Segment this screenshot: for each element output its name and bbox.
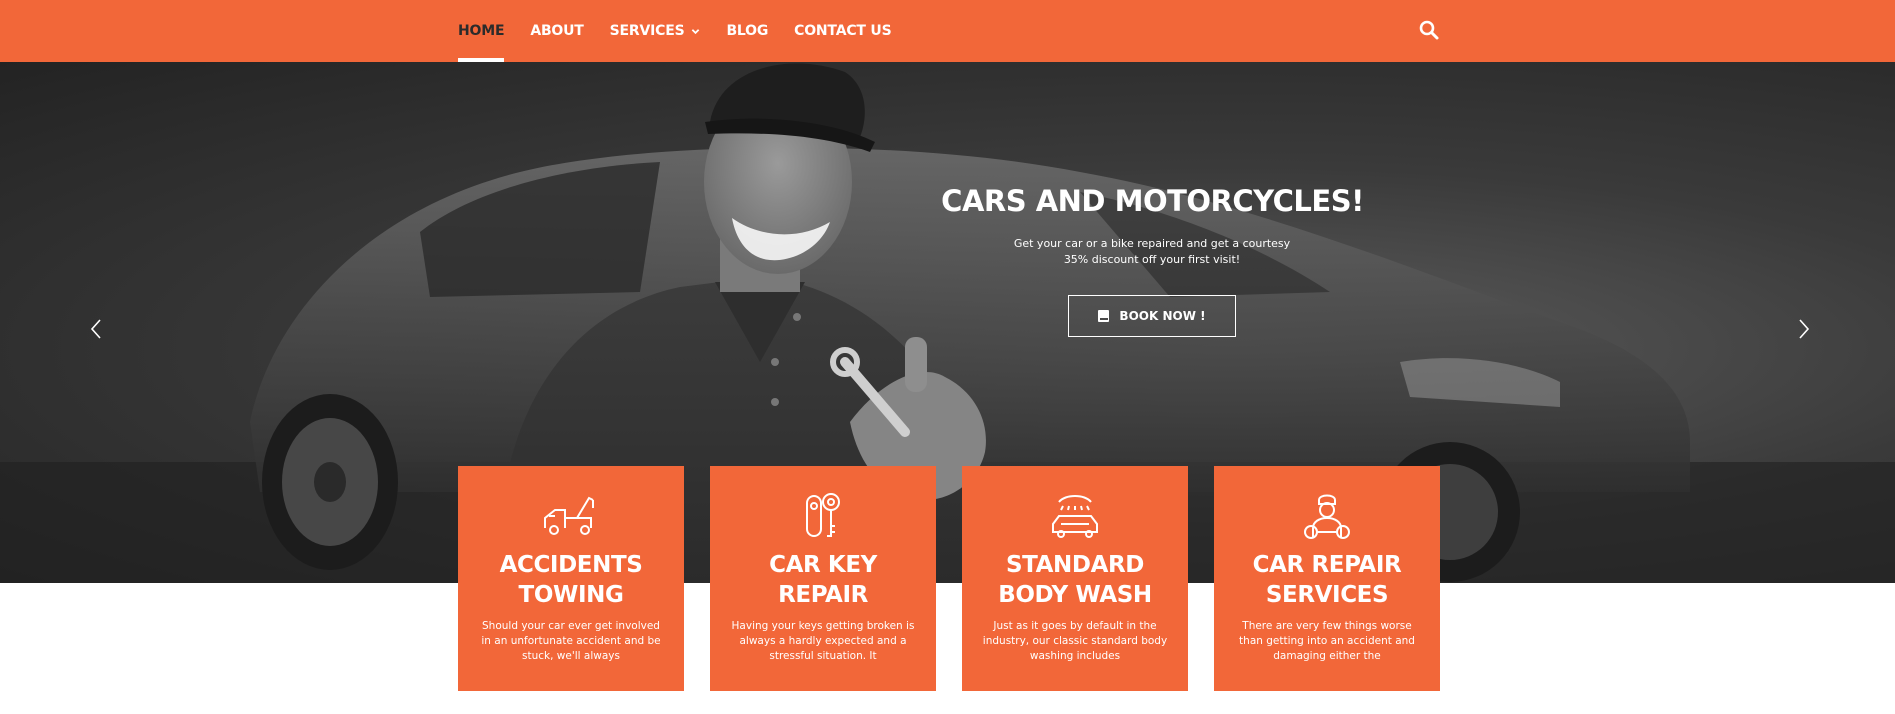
service-cards: ACCIDENTS TOWING Should your car ever ge… xyxy=(458,466,1441,691)
top-navigation-bar: HOME ABOUT SERVICES BLOG CONTACT US xyxy=(0,0,1895,62)
service-card-description: Just as it goes by default in the indust… xyxy=(982,620,1168,662)
service-card-standard-body-wash[interactable]: STANDARD BODY WASH Just as it goes by de… xyxy=(962,466,1188,691)
service-card-title: CAR REPAIR SERVICES xyxy=(1214,550,1440,610)
service-card-accidents-towing[interactable]: ACCIDENTS TOWING Should your car ever ge… xyxy=(458,466,684,691)
service-card-car-repair-services[interactable]: CAR REPAIR SERVICES There are very few t… xyxy=(1214,466,1440,691)
service-card-title-line1: STANDARD xyxy=(1005,552,1144,578)
nav-contact-label: CONTACT US xyxy=(794,23,892,39)
service-card-description: Should your car ever get involved in an … xyxy=(481,620,661,662)
car-wash-icon xyxy=(1052,495,1098,538)
nav-services[interactable]: SERVICES xyxy=(610,0,701,62)
service-card-title-line2: BODY WASH xyxy=(998,582,1152,608)
service-card-title-line2: REPAIR xyxy=(778,582,868,608)
car-key-icon xyxy=(806,493,840,537)
slider-prev-arrow-icon[interactable] xyxy=(89,317,103,341)
service-card-title: STANDARD BODY WASH xyxy=(962,550,1188,610)
mechanic-icon xyxy=(1304,494,1350,539)
hero-subtitle-line2: 35% discount off your first visit! xyxy=(1063,253,1241,266)
nav-blog-label: BLOG xyxy=(726,23,769,39)
chevron-down-icon xyxy=(692,28,700,34)
nav-about[interactable]: ABOUT xyxy=(530,0,584,62)
main-nav: HOME ABOUT SERVICES BLOG CONTACT US xyxy=(458,0,917,62)
tow-truck-icon xyxy=(544,496,594,535)
service-card-description: Having your keys getting broken is alway… xyxy=(731,620,915,662)
nav-about-label: ABOUT xyxy=(530,23,584,39)
service-card-title: CAR KEY REPAIR xyxy=(710,550,936,610)
nav-home[interactable]: HOME xyxy=(458,0,505,62)
slider-next-arrow-icon[interactable] xyxy=(1797,317,1811,341)
book-now-label: BOOK NOW ! xyxy=(1119,309,1206,323)
nav-blog[interactable]: BLOG xyxy=(726,0,768,62)
service-card-description: There are very few things worse than get… xyxy=(1239,620,1415,662)
service-card-title-line2: SERVICES xyxy=(1265,582,1389,608)
service-card-car-key-repair[interactable]: CAR KEY REPAIR Having your keys getting … xyxy=(710,466,936,691)
service-card-title-line1: CAR REPAIR xyxy=(1252,552,1402,578)
nav-home-label: HOME xyxy=(458,23,505,39)
hero-subtitle: Get your car or a bike repaired and get … xyxy=(1012,236,1292,268)
book-now-button[interactable]: BOOK NOW ! xyxy=(1068,295,1236,337)
hero-title: CARS AND MOTORCYCLES! xyxy=(941,184,1364,218)
service-card-title-line1: ACCIDENTS xyxy=(499,552,643,578)
service-card-title-line1: CAR KEY xyxy=(769,552,877,578)
nav-services-label: SERVICES xyxy=(609,23,685,39)
hero-subtitle-line1: Get your car or a bike repaired and get … xyxy=(1013,237,1291,250)
service-card-title-line2: TOWING xyxy=(518,582,624,608)
book-icon xyxy=(1098,310,1110,322)
nav-contact-us[interactable]: CONTACT US xyxy=(794,0,892,62)
search-icon[interactable] xyxy=(1418,19,1440,41)
service-card-title: ACCIDENTS TOWING xyxy=(458,550,684,610)
